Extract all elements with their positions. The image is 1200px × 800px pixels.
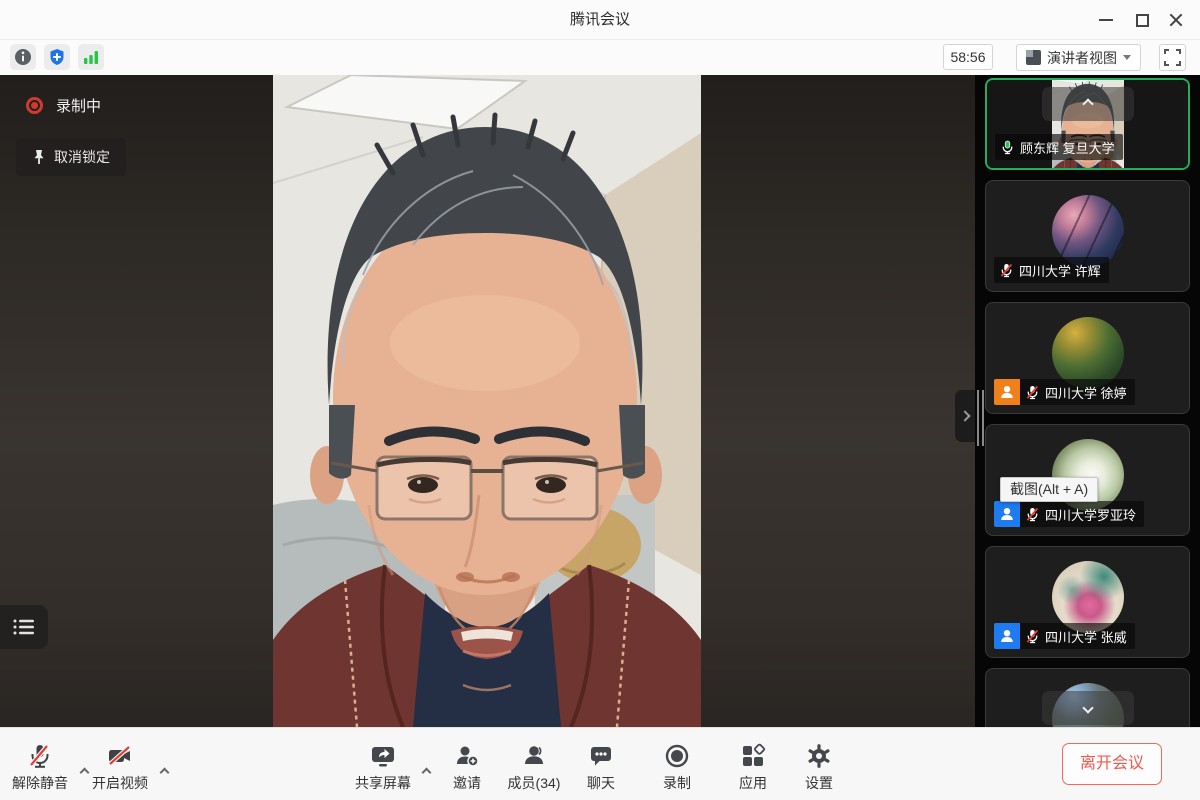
window-title: 腾讯会议 — [0, 0, 1200, 40]
close-icon — [1168, 12, 1184, 28]
mic-muted-icon — [1025, 507, 1040, 522]
close-button[interactable] — [1162, 6, 1190, 34]
main-stage: 录制中 取消锁定 — [0, 75, 975, 727]
person-badge-icon — [994, 623, 1020, 649]
maximize-button[interactable] — [1128, 6, 1156, 34]
participant-label: 顾东辉 复旦大学 — [995, 134, 1123, 160]
participant-label: 四川大学罗亚玲 — [994, 501, 1144, 527]
minimize-button[interactable] — [1092, 6, 1120, 34]
participants-sidebar: 顾东辉 复旦大学 四川大学 许辉 四川 — [975, 75, 1200, 727]
video-options-caret[interactable] — [157, 765, 171, 779]
caption-list-icon — [12, 618, 36, 636]
mic-slash-icon — [27, 743, 53, 769]
start-video-label: 开启视频 — [78, 773, 162, 793]
sidebar-collapse-button[interactable] — [955, 390, 975, 442]
unmute-button[interactable]: 解除静音 — [0, 739, 82, 793]
recording-dot-icon — [26, 97, 43, 114]
invite-icon — [454, 743, 480, 769]
settings-icon — [806, 743, 832, 769]
collapse-chevron-icon — [959, 410, 970, 421]
mic-muted-icon — [1025, 385, 1040, 400]
settings-label: 设置 — [777, 773, 861, 793]
meeting-timer: 58:56 — [943, 44, 993, 70]
participant-name: 顾东辉 复旦大学 — [1020, 138, 1115, 157]
unpin-button[interactable]: 取消锁定 — [16, 138, 126, 176]
chat-icon — [588, 743, 614, 769]
mic-on-icon — [1000, 140, 1015, 155]
meeting-toolbar: 58:56 演讲者视图 — [0, 40, 1200, 75]
recording-label: 录制中 — [56, 95, 101, 116]
pin-icon — [32, 149, 46, 165]
caption-list-button[interactable] — [0, 605, 48, 649]
bottom-toolbar: 解除静音 开启视频 共享屏幕 — [0, 727, 1200, 800]
members-icon — [521, 743, 547, 769]
scroll-down-button[interactable] — [1042, 691, 1134, 725]
security-shield-icon — [48, 48, 66, 66]
mic-muted-icon — [999, 263, 1014, 278]
maximize-icon — [1136, 14, 1149, 27]
leave-meeting-button[interactable]: 离开会议 — [1062, 743, 1162, 785]
unmute-label: 解除静音 — [0, 773, 82, 793]
info-icon — [14, 48, 32, 66]
person-badge-icon — [994, 501, 1020, 527]
participant-tile-partial[interactable] — [985, 668, 1190, 727]
sidebar-drag-handle[interactable] — [977, 390, 985, 446]
meeting-info-button[interactable] — [10, 44, 36, 70]
start-video-button[interactable]: 开启视频 — [78, 739, 162, 793]
share-screen-icon — [370, 743, 396, 769]
participant-name: 四川大学 张威 — [1045, 627, 1127, 646]
speaker-video — [273, 75, 701, 727]
participant-name: 四川大学罗亚玲 — [1045, 505, 1136, 524]
participant-tile-xuting[interactable]: 四川大学 徐婷 — [985, 302, 1190, 414]
record-label: 录制 — [635, 773, 719, 793]
dropdown-caret-icon — [1123, 55, 1131, 60]
scroll-up-button[interactable] — [1042, 87, 1134, 121]
network-quality-icon — [82, 48, 100, 66]
network-quality-button[interactable] — [78, 44, 104, 70]
participant-tile-gudonghui[interactable]: 顾东辉 复旦大学 — [985, 78, 1190, 170]
participant-name: 四川大学 许辉 — [1019, 261, 1101, 280]
scroll-down-icon — [1082, 702, 1093, 713]
camera-slash-icon — [107, 743, 133, 769]
security-button[interactable] — [44, 44, 70, 70]
share-screen-label: 共享屏幕 — [341, 773, 425, 793]
settings-button[interactable]: 设置 — [777, 739, 861, 793]
participant-label: 四川大学 张威 — [994, 623, 1135, 649]
tencent-meeting-window: 腾讯会议 58:56 演讲者视图 录制中 — [0, 0, 1200, 800]
caret-up-icon — [159, 767, 169, 777]
participant-tile-zhangwei[interactable]: 四川大学 张威 — [985, 546, 1190, 658]
participant-label: 四川大学 徐婷 — [994, 379, 1135, 405]
chat-label: 聊天 — [559, 773, 643, 793]
minimize-icon — [1099, 19, 1113, 21]
share-screen-button[interactable]: 共享屏幕 — [341, 739, 425, 793]
view-mode-button[interactable]: 演讲者视图 — [1016, 44, 1141, 71]
recording-indicator: 录制中 — [26, 95, 101, 116]
apps-icon — [740, 743, 766, 769]
title-bar: 腾讯会议 — [0, 0, 1200, 40]
view-mode-label: 演讲者视图 — [1047, 48, 1117, 68]
participant-tile-xuhui[interactable]: 四川大学 许辉 — [985, 180, 1190, 292]
participant-label: 四川大学 许辉 — [994, 257, 1109, 283]
screenshot-tooltip: 截图(Alt + A) — [1000, 477, 1098, 502]
record-button[interactable]: 录制 — [635, 739, 719, 793]
person-badge-icon — [994, 379, 1020, 405]
record-icon — [664, 743, 690, 769]
participant-tile-luoyaling[interactable]: 截图(Alt + A) 四川大学罗亚玲 — [985, 424, 1190, 536]
chat-button[interactable]: 聊天 — [559, 739, 643, 793]
unpin-label: 取消锁定 — [54, 147, 110, 167]
fullscreen-button[interactable] — [1159, 44, 1186, 71]
layout-icon — [1026, 50, 1041, 65]
fullscreen-icon — [1164, 49, 1181, 66]
participant-name: 四川大学 徐婷 — [1045, 383, 1127, 402]
mic-muted-icon — [1025, 629, 1040, 644]
scroll-up-icon — [1082, 98, 1093, 109]
